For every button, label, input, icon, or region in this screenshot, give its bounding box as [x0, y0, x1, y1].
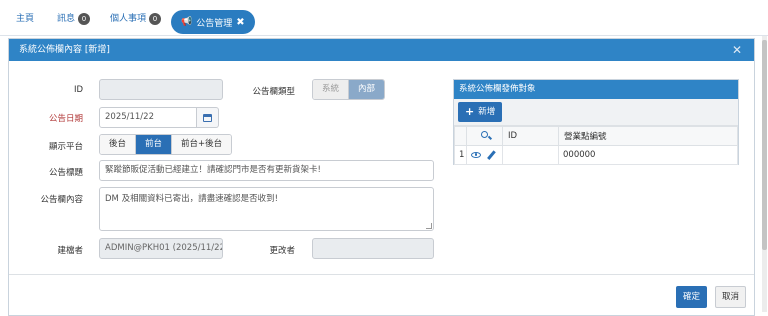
date-input[interactable]: 2025/11/22 [99, 107, 197, 128]
modal-header: 系統公佈欄內容 [新增] ✕ [9, 39, 754, 61]
megaphone-icon: 📢 [181, 17, 193, 27]
nav-home-label: 主頁 [16, 14, 35, 24]
id-label: ID [73, 85, 83, 95]
col-store-code[interactable]: 營業點編號 [558, 126, 738, 146]
type-option-internal[interactable]: 內部 [349, 80, 385, 99]
view-icon[interactable] [471, 151, 481, 158]
modifier-field [312, 238, 434, 259]
col-index [454, 126, 467, 146]
creator-label: 建檔者 [57, 246, 83, 256]
content-text: DM 及相關資料已寄出，請盡速確認是否收到! [105, 194, 278, 204]
date-label: 公告日期 [48, 114, 83, 124]
nav-tab-announcement[interactable]: 📢 公告管理 ✖ [171, 10, 255, 34]
headline-input[interactable]: 緊蹤節販促活動已經建立！請確認門市是否有更新貨架卡! [99, 160, 434, 181]
table-header-row: ID 營業點編號 [454, 126, 738, 146]
cancel-button[interactable]: 取消 [715, 286, 747, 308]
row-store-code: 000000 [558, 145, 738, 165]
nav-personal[interactable]: 個人事項 0 [110, 11, 162, 27]
platform-label: 顯示平台 [48, 142, 83, 152]
plus-icon: + [465, 105, 475, 118]
edit-icon[interactable] [486, 150, 496, 160]
add-audience-button[interactable]: + 新增 [458, 102, 503, 122]
audience-toolbar: + 新增 [454, 99, 738, 126]
modal-title: 系統公佈欄內容 [新增] [19, 45, 110, 55]
nav-personal-label: 個人事項 [110, 14, 147, 24]
date-picker-button[interactable] [197, 107, 219, 128]
type-label: 公告欄類型 [252, 87, 295, 97]
type-toggle[interactable]: 系統 內部 [312, 79, 386, 100]
top-nav: 主頁 訊息 0 個人事項 0 📢 公告管理 ✖ [0, 0, 768, 36]
modifier-label: 更改者 [269, 246, 295, 256]
add-audience-label: 新增 [478, 107, 496, 117]
row-id [502, 145, 559, 165]
audience-panel: 系統公佈欄發佈對象 + 新增 ID 營業點編號 1 000000 [453, 79, 739, 165]
id-field [99, 79, 223, 100]
type-option-system[interactable]: 系統 [313, 80, 350, 99]
platform-toggle[interactable]: 後台 前台 前台+後台 [99, 134, 233, 155]
page-scrollbar-thumb[interactable] [762, 40, 767, 250]
headline-label: 公告標題 [48, 168, 83, 178]
content-label: 公告欄內容 [40, 195, 83, 205]
col-search[interactable] [466, 126, 503, 146]
row-actions [466, 145, 503, 165]
personal-badge: 0 [149, 13, 162, 25]
platform-option-both[interactable]: 前台+後台 [172, 135, 232, 154]
nav-messages[interactable]: 訊息 0 [57, 11, 91, 27]
table-row[interactable]: 1 000000 [454, 145, 738, 165]
resize-handle[interactable] [426, 223, 432, 229]
row-index: 1 [454, 145, 467, 165]
close-tab-icon[interactable]: ✖ [236, 17, 244, 28]
nav-home[interactable]: 主頁 [16, 11, 34, 27]
calendar-icon [203, 113, 212, 122]
platform-option-frontend[interactable]: 前台 [136, 135, 173, 154]
confirm-button[interactable]: 確定 [676, 286, 708, 308]
nav-tab-announcement-label: 公告管理 [196, 18, 233, 29]
modal-footer: 確定 取消 [9, 274, 754, 316]
audience-table: ID 營業點編號 1 000000 [454, 126, 738, 165]
creator-field: ADMIN@PKH01 (2025/11/22 [99, 238, 223, 259]
close-icon[interactable]: ✕ [732, 39, 742, 61]
search-icon [481, 131, 488, 138]
col-id[interactable]: ID [502, 126, 559, 146]
content-textarea[interactable]: DM 及相關資料已寄出，請盡速確認是否收到! [99, 187, 434, 231]
platform-option-backend[interactable]: 後台 [100, 135, 137, 154]
messages-badge: 0 [78, 13, 91, 25]
audience-panel-title: 系統公佈欄發佈對象 [454, 80, 738, 99]
nav-messages-label: 訊息 [57, 14, 76, 24]
announcement-modal: 系統公佈欄內容 [新增] ✕ ID 公告欄類型 系統 內部 公告日期 2025/… [8, 38, 755, 316]
